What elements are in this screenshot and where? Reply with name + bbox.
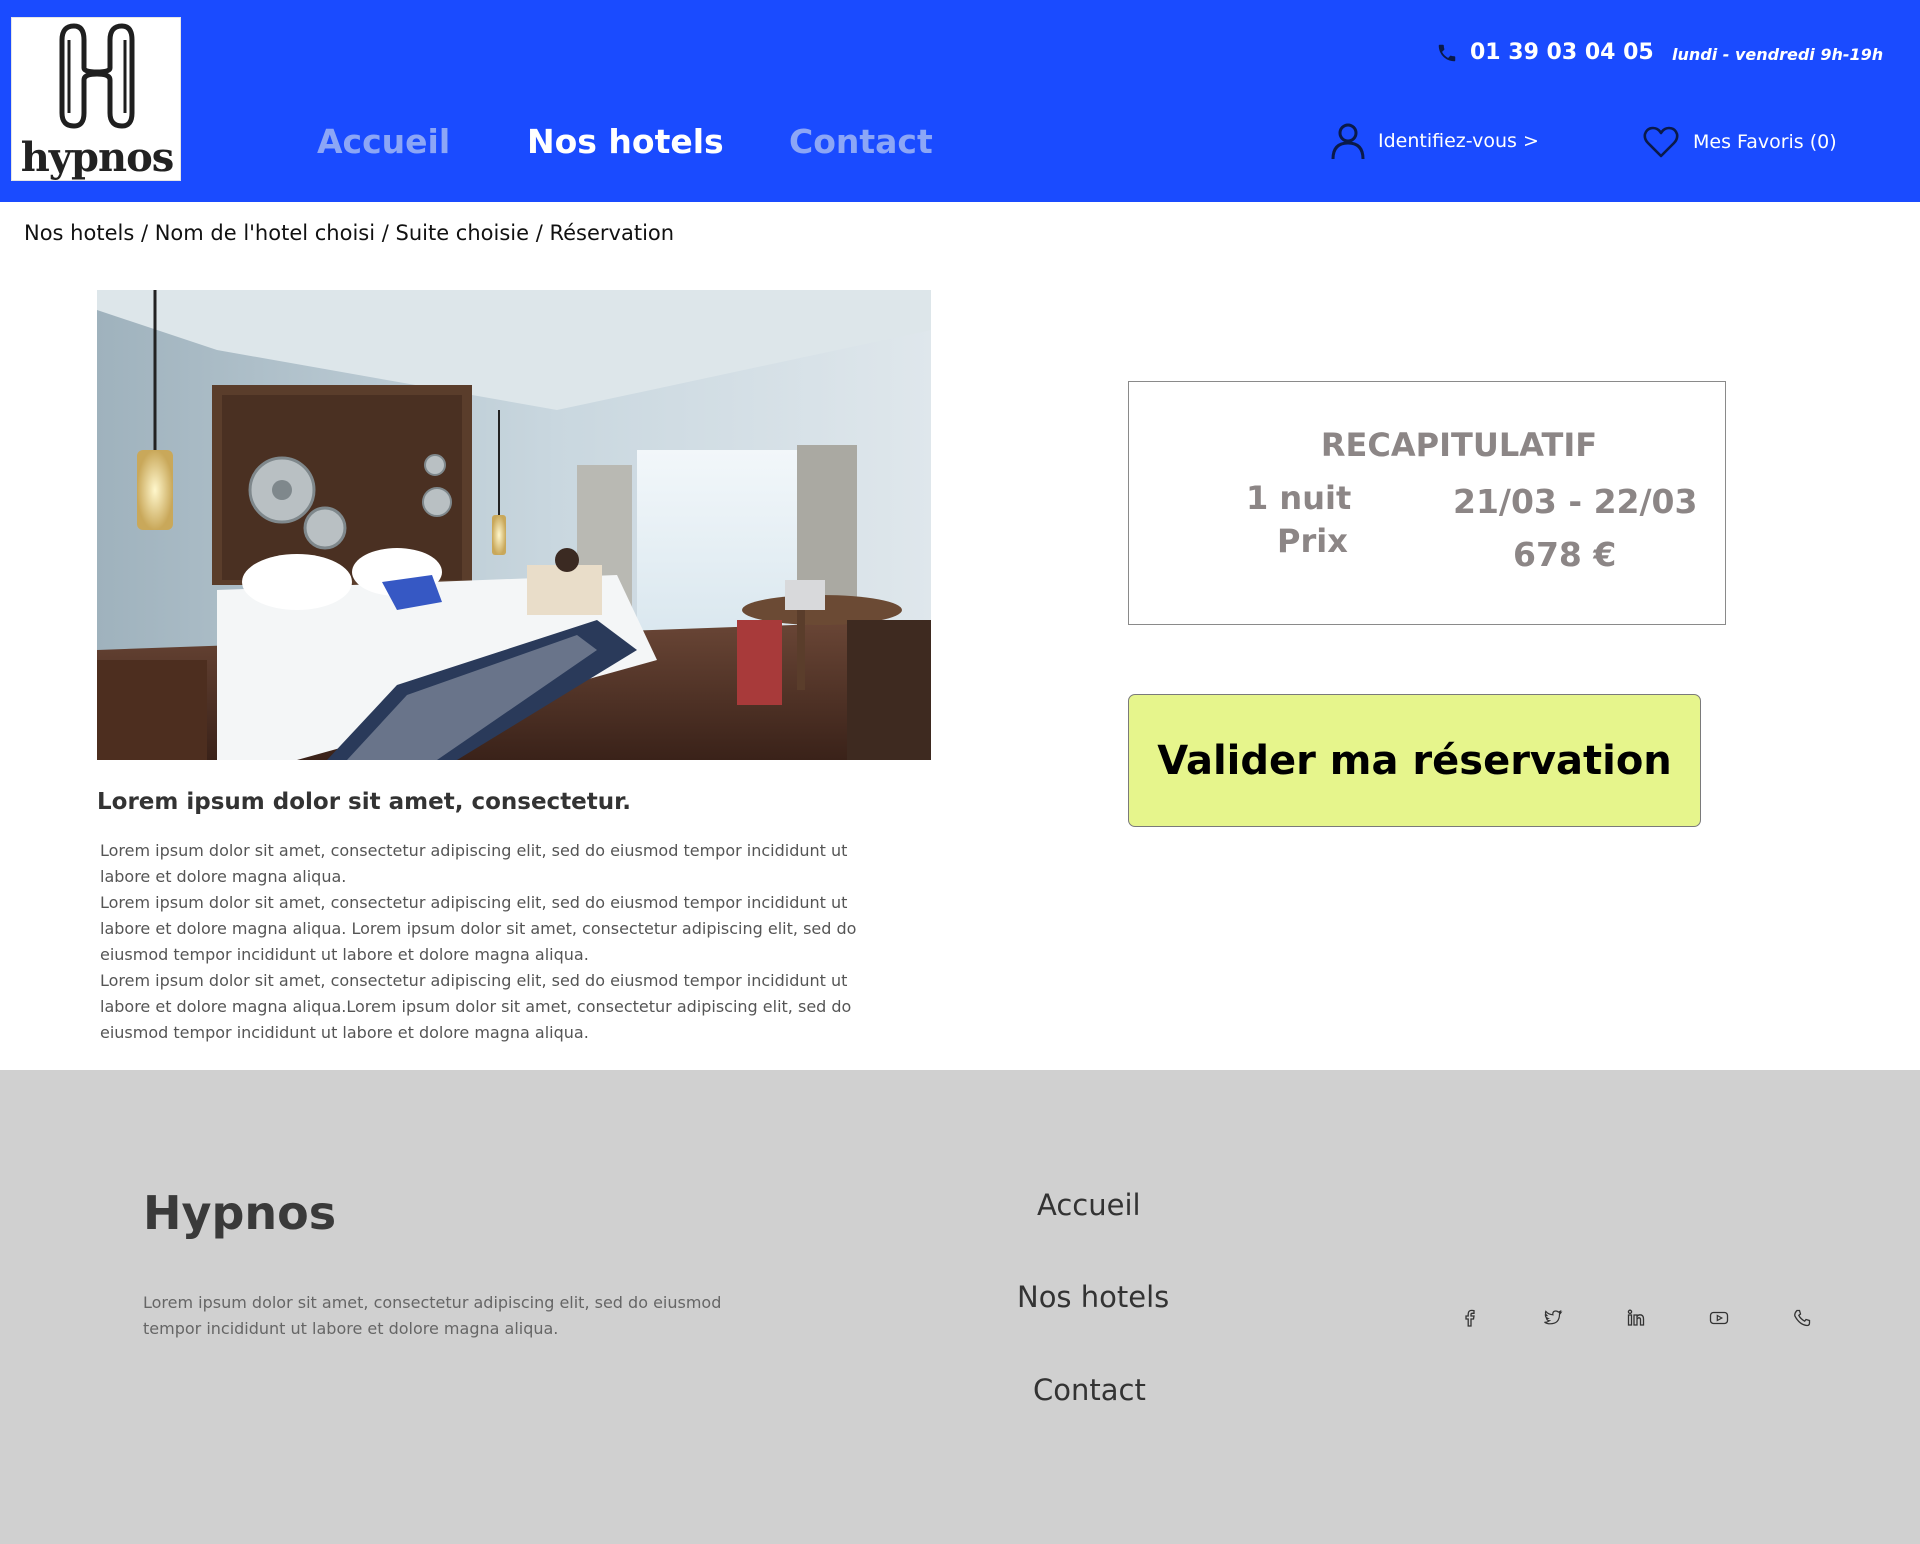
facebook-icon[interactable] bbox=[1460, 1308, 1480, 1328]
summary-dates: 21/03 - 22/03 bbox=[1453, 482, 1698, 521]
breadcrumb: Nos hotels / Nom de l'hotel choisi / Sui… bbox=[24, 221, 674, 245]
breadcrumb-current: Réservation bbox=[549, 221, 675, 245]
site-footer: Hypnos Lorem ipsum dolor sit amet, conse… bbox=[0, 1070, 1920, 1544]
favorites-link[interactable]: Mes Favoris (0) bbox=[1643, 125, 1837, 159]
nav-contact[interactable]: Contact bbox=[789, 118, 933, 166]
summary-nights: 1 nuit bbox=[1246, 479, 1352, 517]
hotel-room-photo bbox=[97, 290, 931, 760]
breadcrumb-item[interactable]: Nos hotels bbox=[24, 221, 134, 245]
footer-link-nos-hotels[interactable]: Nos hotels bbox=[1017, 1280, 1169, 1314]
summary-title: RECAPITULATIF bbox=[1320, 426, 1598, 464]
room-description: Lorem ipsum dolor sit amet, consectetur … bbox=[100, 838, 890, 1046]
breadcrumb-separator: / bbox=[134, 221, 155, 245]
twitter-icon[interactable] bbox=[1543, 1308, 1563, 1328]
phone-icon[interactable] bbox=[1792, 1308, 1812, 1328]
description-paragraph: Lorem ipsum dolor sit amet, consectetur … bbox=[100, 971, 852, 1042]
breadcrumb-separator: / bbox=[529, 221, 550, 245]
breadcrumb-separator: / bbox=[375, 221, 396, 245]
breadcrumb-item[interactable]: Nom de l'hotel choisi bbox=[155, 221, 375, 245]
summary-price-label: Prix bbox=[1277, 522, 1348, 560]
phone-icon bbox=[1438, 44, 1456, 61]
footer-brand: Hypnos bbox=[143, 1186, 337, 1240]
site-header: hypnos 01 39 03 04 05 lundi - vendredi 9… bbox=[0, 0, 1920, 202]
room-title: Lorem ipsum dolor sit amet, consectetur. bbox=[97, 789, 631, 815]
description-paragraph: Lorem ipsum dolor sit amet, consectetur … bbox=[100, 841, 848, 886]
youtube-icon[interactable] bbox=[1709, 1308, 1729, 1328]
opening-hours: lundi - vendredi 9h-19h bbox=[1672, 45, 1884, 64]
logo[interactable]: hypnos bbox=[11, 17, 181, 181]
nav-nos-hotels[interactable]: Nos hotels bbox=[527, 118, 724, 166]
description-paragraph: Lorem ipsum dolor sit amet, consectetur … bbox=[100, 893, 857, 964]
footer-description: Lorem ipsum dolor sit amet, consectetur … bbox=[143, 1293, 722, 1338]
login-link[interactable]: Identifiez-vous > bbox=[1330, 122, 1539, 160]
breadcrumb-item[interactable]: Suite choisie bbox=[396, 221, 530, 245]
header-phone[interactable]: 01 39 03 04 05 bbox=[1436, 40, 1654, 65]
user-icon bbox=[1331, 123, 1365, 160]
nav-accueil[interactable]: Accueil bbox=[317, 118, 450, 166]
favorites-label: Mes Favoris (0) bbox=[1693, 131, 1837, 153]
phone-number: 01 39 03 04 05 bbox=[1470, 40, 1654, 65]
heart-icon bbox=[1643, 126, 1679, 158]
login-label: Identifiez-vous > bbox=[1378, 130, 1539, 152]
linkedin-icon[interactable] bbox=[1626, 1308, 1646, 1328]
social-links bbox=[1460, 1308, 1875, 1328]
reservation-summary: RECAPITULATIF 1 nuit 21/03 - 22/03 Prix … bbox=[1128, 381, 1726, 625]
summary-price: 678 € bbox=[1513, 535, 1617, 574]
validate-reservation-button[interactable]: Valider ma réservation bbox=[1128, 694, 1701, 827]
footer-link-accueil[interactable]: Accueil bbox=[1037, 1188, 1141, 1222]
footer-link-contact[interactable]: Contact bbox=[1033, 1373, 1146, 1407]
logo-text: hypnos bbox=[20, 134, 175, 181]
